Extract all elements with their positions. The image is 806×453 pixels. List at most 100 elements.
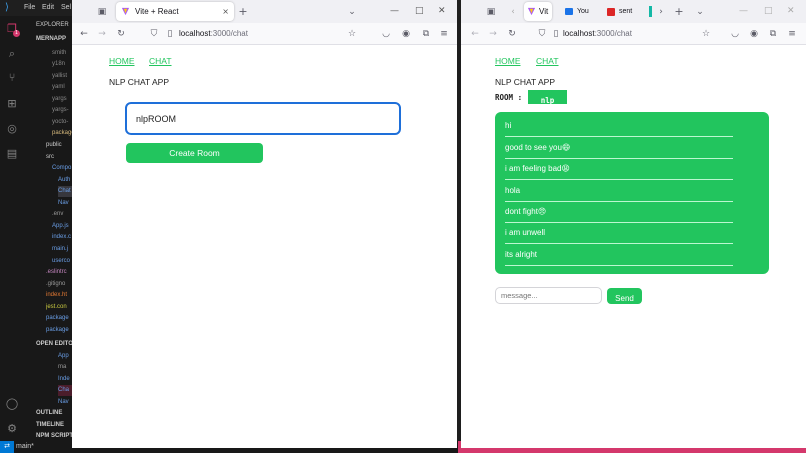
timeline-section[interactable]: TIMELINE	[36, 420, 74, 431]
tree-item[interactable]: y18n	[52, 59, 74, 70]
tab-title: Vite + React	[135, 7, 179, 16]
message-item: i am unwell	[505, 228, 733, 244]
bookmark-star-icon[interactable]: ☆	[346, 28, 358, 40]
message-text: hi	[505, 121, 512, 130]
nav-home-link[interactable]: HOME	[109, 56, 135, 66]
notification-badge: 1	[13, 30, 20, 37]
send-button[interactable]: Send	[607, 288, 642, 304]
tree-item[interactable]: public	[46, 140, 74, 151]
tab-vite-react[interactable]: Vit	[524, 2, 552, 21]
message-item: i am feeling bad😫	[505, 164, 733, 180]
bookmark-star-icon[interactable]: ☆	[700, 28, 712, 40]
room-name-input[interactable]: nlpROOM	[125, 102, 401, 135]
extensions-puzzle-icon[interactable]: ⧉	[420, 28, 432, 40]
git-branch[interactable]: main*	[16, 441, 34, 453]
close-window-icon[interactable]: ✕	[438, 6, 446, 16]
tree-item[interactable]: .gitigno	[46, 279, 74, 290]
emoji-grinning-icon: 😄	[561, 143, 571, 152]
tree-item[interactable]: index.c	[52, 232, 74, 243]
minimize-icon[interactable]: —	[390, 6, 399, 16]
tab-close-icon[interactable]: ×	[222, 2, 229, 21]
menu-selection[interactable]: Sel	[61, 4, 71, 11]
tab-scroll-left-icon[interactable]: ‹	[507, 6, 519, 18]
tree-item[interactable]: Compo	[52, 163, 74, 174]
tree-item[interactable]: smith	[52, 48, 74, 59]
account-icon[interactable]: ◯	[5, 397, 19, 411]
nav-chat-link[interactable]: CHAT	[536, 56, 559, 66]
page-info-icon[interactable]: ▯	[164, 28, 176, 40]
page-info-icon[interactable]: ▯	[550, 28, 562, 40]
extensions-puzzle-icon[interactable]: ⧉	[767, 28, 779, 40]
back-icon[interactable]: ←	[469, 28, 481, 40]
close-window-icon[interactable]: ✕	[787, 6, 795, 16]
reload-icon[interactable]: ↻	[506, 28, 518, 40]
npm-scripts-section[interactable]: NPM SCRIPTS	[36, 431, 74, 441]
tree-item[interactable]: .env	[52, 209, 74, 220]
maximize-icon[interactable]: □	[415, 6, 424, 16]
tree-item[interactable]: package	[46, 313, 74, 324]
shield-icon[interactable]: ⛉	[536, 28, 548, 40]
tab-youtube[interactable]: You	[565, 4, 589, 19]
tree-item[interactable]: src	[46, 152, 74, 163]
nav-home-link[interactable]: HOME	[495, 56, 521, 66]
settings-gear-icon[interactable]: ⚙	[5, 422, 19, 436]
tab-overview-icon[interactable]: ▣	[485, 6, 497, 18]
emoji-angry-icon: 😠	[537, 207, 547, 216]
hamburger-menu-icon[interactable]: ≡	[786, 28, 798, 40]
project-root[interactable]: MERNAPP	[36, 34, 74, 45]
left-browser-window: ▣ Vite + React × + ⌄ — □ ✕ ← → ↻ ⛉ ▯ ☆ ◡…	[72, 0, 457, 448]
tree-item[interactable]: .eslintrc	[46, 267, 74, 278]
new-tab-icon[interactable]: +	[237, 6, 249, 18]
hamburger-menu-icon[interactable]: ≡	[438, 28, 450, 40]
tab-sentiment[interactable]: sent	[607, 4, 632, 19]
pocket-icon[interactable]: ◡	[729, 28, 741, 40]
tree-item[interactable]: yargs	[52, 94, 74, 105]
back-icon[interactable]: ←	[78, 28, 90, 40]
tab-vite-react[interactable]: Vite + React ×	[116, 2, 234, 21]
create-room-button[interactable]: Create Room	[126, 143, 263, 163]
pocket-icon[interactable]: ◡	[380, 28, 392, 40]
tab-list-chevron-icon[interactable]: ⌄	[346, 6, 358, 18]
forward-icon[interactable]: →	[96, 28, 108, 40]
tree-item[interactable]: yargs-	[52, 105, 74, 116]
nav-chat-link[interactable]: CHAT	[149, 56, 172, 66]
tab-overview-icon[interactable]: ▣	[96, 6, 108, 18]
tree-item[interactable]: yallist	[52, 71, 74, 82]
remote-explorer-icon[interactable]: ◎	[5, 122, 19, 136]
extensions-icon[interactable]: ⊞	[5, 97, 19, 111]
url-bar[interactable]: localhost:3000/chat	[179, 29, 248, 38]
shield-icon[interactable]: ⛉	[148, 28, 160, 40]
tab-scroll-right-icon[interactable]: ›	[655, 6, 667, 18]
message-input[interactable]	[495, 287, 602, 304]
source-control-icon[interactable]: ⑂	[5, 71, 19, 85]
tree-item[interactable]: package	[52, 128, 74, 139]
tree-item[interactable]: App.js	[52, 221, 74, 232]
vite-favicon-icon	[527, 7, 536, 16]
search-icon[interactable]: ⌕	[5, 47, 19, 61]
remote-indicator-icon[interactable]: ⇄	[0, 441, 14, 453]
tree-item[interactable]: yaml	[52, 82, 74, 93]
tree-item[interactable]: jest.con	[46, 302, 74, 313]
forward-icon[interactable]: →	[487, 28, 499, 40]
tree-item[interactable]: index.ht	[46, 290, 74, 301]
tab-pin-icon[interactable]	[649, 6, 652, 17]
account-circle-icon[interactable]: ◉	[400, 28, 412, 40]
menu-file[interactable]: File	[24, 4, 35, 11]
menu-edit[interactable]: Edit	[42, 4, 54, 11]
tree-item[interactable]: main.j	[52, 244, 74, 255]
open-editors-title[interactable]: OPEN EDITORS	[36, 339, 74, 350]
docker-icon[interactable]: ▤	[5, 147, 19, 161]
tree-item[interactable]: package	[46, 325, 74, 336]
new-tab-icon[interactable]: +	[673, 6, 685, 18]
outline-section[interactable]: OUTLINE	[36, 408, 74, 419]
tree-item[interactable]: userco	[52, 256, 74, 267]
tree-item[interactable]: yocto-	[52, 117, 74, 128]
tab-bar: ▣ ‹ Vit You sent › + ⌄ — □ ✕	[461, 0, 806, 23]
tab-list-chevron-icon[interactable]: ⌄	[694, 6, 706, 18]
account-circle-icon[interactable]: ◉	[748, 28, 760, 40]
maximize-icon[interactable]: □	[764, 6, 773, 16]
message-item: dont fight😠	[505, 207, 733, 223]
reload-icon[interactable]: ↻	[115, 28, 127, 40]
minimize-icon[interactable]: —	[739, 6, 748, 16]
url-bar[interactable]: localhost:3000/chat	[563, 29, 632, 38]
